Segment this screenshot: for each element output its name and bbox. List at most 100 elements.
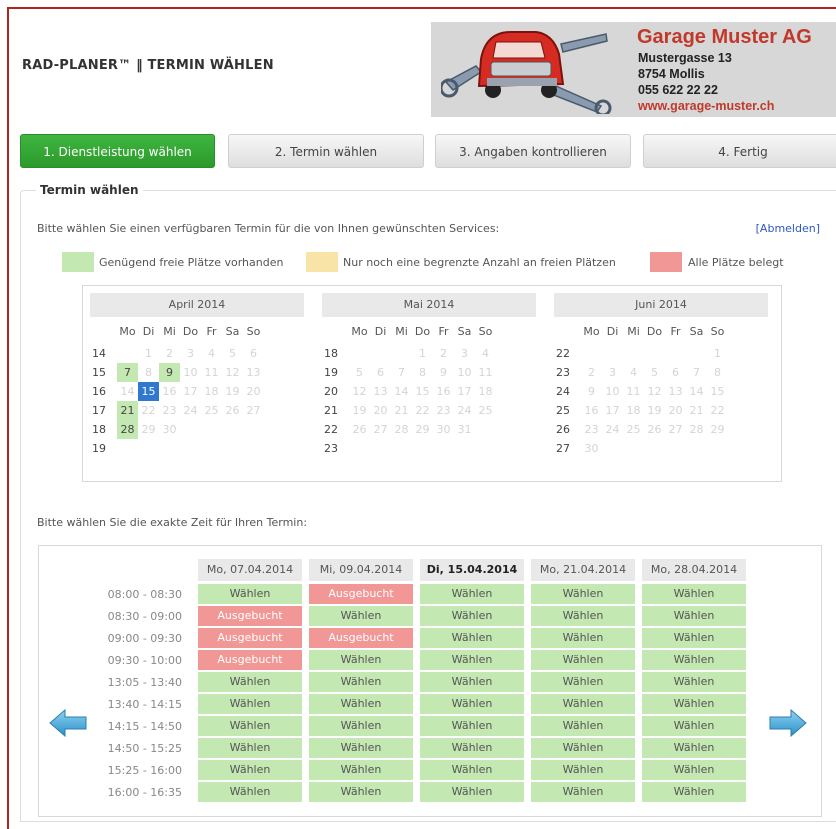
calendar-day: 5 <box>356 366 363 379</box>
week-number: 18 <box>92 423 106 436</box>
slot-choose-button[interactable]: Wählen <box>420 584 524 604</box>
slot-choose-button[interactable]: Wählen <box>309 782 413 802</box>
calendar-day: 6 <box>672 366 679 379</box>
slot-choose-button[interactable]: Wählen <box>309 650 413 670</box>
slot-choose-button[interactable]: Wählen <box>531 782 635 802</box>
calendar-day[interactable]: 28 <box>117 420 138 439</box>
company-city: 8754 Mollis <box>638 67 705 81</box>
time-slot-label: 16:00 - 16:35 <box>107 786 182 799</box>
calendar-day[interactable]: 21 <box>117 401 138 420</box>
slot-choose-button[interactable]: Wählen <box>531 672 635 692</box>
calendar-day: 13 <box>246 366 261 379</box>
slot-booked: Ausgebucht <box>198 650 302 670</box>
calendar-day: 6 <box>250 347 257 360</box>
slot-choose-button[interactable]: Wählen <box>642 606 746 626</box>
step-1-service[interactable]: 1. Dienstleistung wählen <box>20 134 215 168</box>
slot-choose-button[interactable]: Wählen <box>642 738 746 758</box>
slot-choose-button[interactable]: Wählen <box>420 672 524 692</box>
slot-choose-button[interactable]: Wählen <box>642 694 746 714</box>
weekday-label: So <box>710 325 725 338</box>
weekday-label: Sa <box>457 325 472 338</box>
company-website-link[interactable]: www.garage-muster.ch <box>638 99 774 113</box>
slot-choose-button[interactable]: Wählen <box>642 628 746 648</box>
legend-label: Genügend freie Plätze vorhanden <box>99 256 284 269</box>
slot-choose-button[interactable]: Wählen <box>531 716 635 736</box>
week-number: 21 <box>324 404 338 417</box>
step-3-review[interactable]: 3. Angaben kontrollieren <box>435 134 631 168</box>
step-2-appointment[interactable]: 2. Termin wählen <box>228 134 424 168</box>
calendar-day: 13 <box>373 385 388 398</box>
calendar-day[interactable]: 9 <box>159 363 180 382</box>
calendar-day[interactable]: 7 <box>117 363 138 382</box>
slot-choose-button[interactable]: Wählen <box>642 672 746 692</box>
slot-choose-button[interactable]: Wählen <box>420 694 524 714</box>
calendar-day: 16 <box>162 385 177 398</box>
slot-choose-button[interactable]: Wählen <box>420 782 524 802</box>
calendar-day: 16 <box>584 404 599 417</box>
slot-choose-button[interactable]: Wählen <box>198 760 302 780</box>
slot-choose-button[interactable]: Wählen <box>531 738 635 758</box>
slot-choose-button[interactable]: Wählen <box>309 694 413 714</box>
slot-choose-button[interactable]: Wählen <box>642 716 746 736</box>
slot-choose-button[interactable]: Wählen <box>642 760 746 780</box>
calendar-day: 6 <box>377 366 384 379</box>
slot-choose-button[interactable]: Wählen <box>198 782 302 802</box>
weekday-label: Mo <box>351 325 368 338</box>
slot-choose-button[interactable]: Wählen <box>642 584 746 604</box>
weekday-label: Fr <box>670 325 681 338</box>
calendar-day: 18 <box>478 385 493 398</box>
month-header: Juni 2014 <box>554 293 768 317</box>
slot-choose-button[interactable]: Wählen <box>420 628 524 648</box>
slot-choose-button[interactable]: Wählen <box>420 760 524 780</box>
slot-choose-button[interactable]: Wählen <box>531 694 635 714</box>
calendar-day-selected[interactable]: 15 <box>138 382 159 401</box>
slot-choose-button[interactable]: Wählen <box>309 716 413 736</box>
slot-choose-button[interactable]: Wählen <box>531 650 635 670</box>
slot-choose-button[interactable]: Wählen <box>198 716 302 736</box>
slot-choose-button[interactable]: Wählen <box>531 760 635 780</box>
weekday-label: Do <box>182 325 199 338</box>
calendar-day: 21 <box>394 404 409 417</box>
logout-link[interactable]: [Abmelden] <box>756 222 820 235</box>
slot-booked: Ausgebucht <box>309 584 413 604</box>
arrow-left-icon[interactable] <box>49 709 87 737</box>
calendar-day: 13 <box>668 385 683 398</box>
week-number: 24 <box>556 385 570 398</box>
slot-choose-button[interactable]: Wählen <box>198 738 302 758</box>
slot-choose-button[interactable]: Wählen <box>642 782 746 802</box>
slot-choose-button[interactable]: Wählen <box>420 716 524 736</box>
calendar-day: 18 <box>626 404 641 417</box>
slot-choose-button[interactable]: Wählen <box>531 628 635 648</box>
weekday-label: Do <box>646 325 663 338</box>
car-wrench-logo <box>441 31 612 114</box>
slot-choose-button[interactable]: Wählen <box>198 672 302 692</box>
calendar-day: 23 <box>436 404 451 417</box>
slot-choose-button[interactable]: Wählen <box>309 606 413 626</box>
slot-choose-button[interactable]: Wählen <box>420 650 524 670</box>
date-column-header: Mi, 09.04.2014 <box>309 559 413 581</box>
slot-choose-button[interactable]: Wählen <box>420 606 524 626</box>
week-number: 16 <box>92 385 106 398</box>
calendar-day: 25 <box>204 404 219 417</box>
weekday-label: Di <box>374 325 387 338</box>
calendar-day: 17 <box>183 385 198 398</box>
slot-choose-button[interactable]: Wählen <box>309 672 413 692</box>
weekday-label: Di <box>142 325 155 338</box>
slot-choose-button[interactable]: Wählen <box>531 584 635 604</box>
arrow-right-icon[interactable] <box>769 709 807 737</box>
legend-swatch-green <box>62 252 94 272</box>
calendar-day: 30 <box>436 423 451 436</box>
step-4-done[interactable]: 4. Fertig <box>643 134 836 168</box>
slot-choose-button[interactable]: Wählen <box>198 584 302 604</box>
slot-choose-button[interactable]: Wählen <box>420 738 524 758</box>
slot-choose-button[interactable]: Wählen <box>309 738 413 758</box>
slot-choose-button[interactable]: Wählen <box>642 650 746 670</box>
weekday-label: Di <box>606 325 619 338</box>
calendar-day: 26 <box>225 404 240 417</box>
slot-choose-button[interactable]: Wählen <box>198 694 302 714</box>
slot-choose-button[interactable]: Wählen <box>531 606 635 626</box>
legend-swatch-yellow <box>306 252 338 272</box>
calendar-day: 19 <box>352 404 367 417</box>
slot-booked: Ausgebucht <box>198 628 302 648</box>
slot-choose-button[interactable]: Wählen <box>309 760 413 780</box>
